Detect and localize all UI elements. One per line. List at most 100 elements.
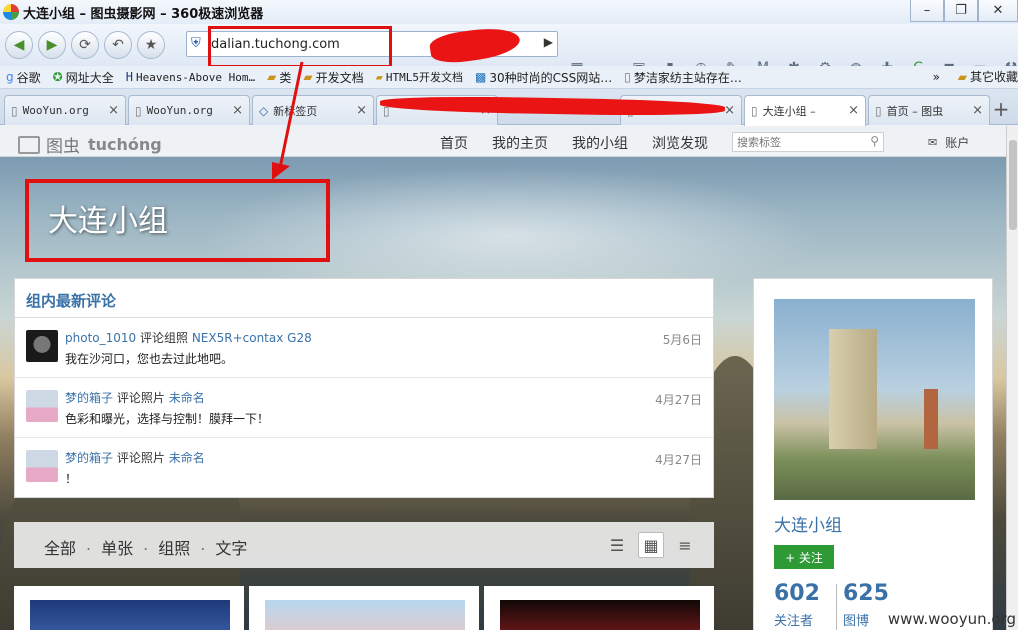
comment-user-link[interactable]: 梦的箱子 xyxy=(65,451,113,465)
comment-user-link[interactable]: photo_1010 xyxy=(65,331,136,345)
filter-all[interactable]: 全部 xyxy=(44,535,76,559)
minimize-button[interactable]: – xyxy=(910,0,944,22)
list-view-icon: ☰ xyxy=(609,535,625,555)
tab-dalian-group[interactable]: ▯ 大连小组 – × xyxy=(744,95,866,126)
view-toggle: ☰ ▦ ≡ xyxy=(596,532,698,558)
site-header: 图虫 tuchóng 首页 我的主页 我的小组 浏览发现 ⚲ ✉ 账户 xyxy=(0,126,1006,157)
avatar[interactable] xyxy=(26,450,58,482)
photo-thumbnail[interactable] xyxy=(500,600,700,630)
page-icon: ▯ xyxy=(751,104,758,118)
tab-close-icon[interactable]: × xyxy=(232,103,243,118)
page-icon: ▯ xyxy=(624,70,631,84)
compact-view-button[interactable]: ≡ xyxy=(672,532,698,558)
undo-icon: ↶ xyxy=(112,37,124,53)
page-icon: ▯ xyxy=(135,103,142,118)
tab-close-icon[interactable]: × xyxy=(848,103,859,118)
tower-shape xyxy=(829,329,877,449)
new-tab-button[interactable]: + xyxy=(988,97,1014,123)
scrollbar-thumb[interactable] xyxy=(1009,140,1017,230)
folder-icon: ▰ xyxy=(303,70,313,84)
bookmark-heavens-above[interactable]: H Heavens-Above Hom… xyxy=(126,70,255,84)
bookmark-mengjie[interactable]: ▯ 梦洁家纺主站存在… xyxy=(624,69,742,86)
nav-my-groups[interactable]: 我的小组 xyxy=(572,133,628,153)
folder-icon: ▰ xyxy=(267,70,277,84)
tab-close-icon[interactable]: × xyxy=(724,103,735,118)
comment-row: 梦的箱子 评论照片 未命名 ！ 4月27日 xyxy=(15,438,713,498)
bookmark-css-sites[interactable]: ▩ 30种时尚的CSS网站… xyxy=(475,69,612,86)
refresh-button[interactable]: ⟳ xyxy=(71,31,99,59)
comment-verb: 评论照片 xyxy=(116,451,165,465)
bookmark-other-folder[interactable]: ▰ 其它收藏 xyxy=(958,68,1018,85)
tab-close-icon[interactable]: × xyxy=(356,103,367,118)
back-arrow-icon: ◀ xyxy=(13,37,25,53)
bookmarks-more-button[interactable]: » xyxy=(933,70,940,84)
tower-shape xyxy=(924,389,938,449)
comment-target-link[interactable]: 未命名 xyxy=(169,451,205,465)
favorite-button[interactable]: ★ xyxy=(137,31,165,59)
nav-explore[interactable]: 浏览发现 xyxy=(652,133,708,153)
filter-text[interactable]: 文字 xyxy=(215,535,247,559)
nav-home[interactable]: 首页 xyxy=(440,133,468,153)
bookmark-google[interactable]: g 谷歌 xyxy=(6,69,41,86)
avatar[interactable] xyxy=(26,390,58,422)
avatar[interactable] xyxy=(26,330,58,362)
followers-stat[interactable]: 602 关注者 xyxy=(774,581,820,629)
annotation-box-title xyxy=(25,179,330,262)
group-name-link[interactable]: 大连小组 xyxy=(774,511,842,536)
tab-new-tab[interactable]: ◇ 新标签页 × xyxy=(252,95,374,125)
group-cover-photo[interactable] xyxy=(774,299,975,500)
nav-my-page[interactable]: 我的主页 xyxy=(492,133,548,153)
tag-search-input[interactable] xyxy=(733,133,861,151)
blogs-label: 图博 xyxy=(843,614,870,629)
photo-card[interactable] xyxy=(249,586,479,630)
filter-sets[interactable]: 组照 xyxy=(158,535,190,559)
maximize-button[interactable]: ❐ xyxy=(944,0,978,22)
page-scrollbar[interactable] xyxy=(1006,126,1018,630)
followers-count: 602 xyxy=(774,581,820,606)
tab-wooyun-2[interactable]: ▯ WooYun.org × xyxy=(128,95,250,125)
photo-thumbnail[interactable] xyxy=(265,600,465,630)
window-controls: – ❐ ✕ xyxy=(910,0,1018,22)
list-view-button[interactable]: ☰ xyxy=(604,532,630,558)
comment-date: 4月27日 xyxy=(655,453,702,467)
tab-tuchong-home[interactable]: ▯ 首页 – 图虫 × xyxy=(868,95,990,125)
shield-icon: ⛨ xyxy=(191,36,201,51)
filter-single[interactable]: 单张 xyxy=(101,535,133,559)
star-icon: ★ xyxy=(144,37,158,53)
bookmark-folder-html5[interactable]: ▰ HTML5开发文档 xyxy=(376,69,463,85)
account-menu[interactable]: ✉ 账户 xyxy=(928,134,969,151)
comment-date: 4月27日 xyxy=(655,393,702,407)
comment-target-link[interactable]: NEX5R+contax G28 xyxy=(192,331,312,345)
comment-target-link[interactable]: 未命名 xyxy=(169,391,205,405)
refresh-icon: ⟳ xyxy=(79,37,91,53)
filter-tabs: 全部 . 单张 . 组照 . 文字 xyxy=(44,535,247,559)
photo-card[interactable] xyxy=(14,586,244,630)
follow-button[interactable]: + 关注 xyxy=(774,545,834,569)
grid-view-button[interactable]: ▦ xyxy=(638,532,664,558)
go-arrow-icon[interactable]: ▶ xyxy=(544,35,553,49)
bookmark-folder-devdocs[interactable]: ▰ 开发文档 xyxy=(303,69,363,86)
bookmark-url-directory[interactable]: ✪ 网址大全 xyxy=(53,69,114,86)
undo-close-button[interactable]: ↶ xyxy=(104,31,132,59)
forward-button[interactable]: ▶ xyxy=(38,31,66,59)
window-title: 大连小组 – 图虫摄影网 – 360极速浏览器 xyxy=(23,6,264,22)
site-nav: 首页 我的主页 我的小组 浏览发现 xyxy=(440,133,732,153)
tab-close-icon[interactable]: × xyxy=(972,103,983,118)
tab-close-icon[interactable]: × xyxy=(108,103,119,118)
tab-wooyun-1[interactable]: ▯ WooYun.org × xyxy=(4,95,126,125)
comment-body: 我在沙河口，您也去过此地吧。 xyxy=(65,352,234,366)
comment-user-link[interactable]: 梦的箱子 xyxy=(65,391,113,405)
blogs-stat[interactable]: 625 图博 xyxy=(843,581,889,629)
photo-card[interactable] xyxy=(484,586,714,630)
address-input[interactable] xyxy=(211,34,411,54)
back-button[interactable]: ◀ xyxy=(5,31,33,59)
filter-separator: . xyxy=(200,535,206,554)
site-logo[interactable]: 图虫 tuchóng xyxy=(18,132,162,157)
close-button[interactable]: ✕ xyxy=(978,0,1018,22)
bookmark-folder-category[interactable]: ▰ 类 xyxy=(267,69,291,86)
window-titlebar: 大连小组 – 图虫摄影网 – 360极速浏览器 – ❐ ✕ xyxy=(0,0,1018,24)
followers-label: 关注者 xyxy=(774,614,814,629)
search-icon[interactable]: ⚲ xyxy=(870,134,879,148)
photo-thumbnail[interactable] xyxy=(30,600,230,630)
watermark: www.wooyun.org xyxy=(887,610,1016,628)
